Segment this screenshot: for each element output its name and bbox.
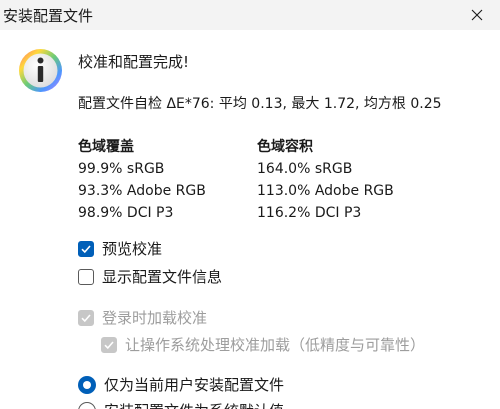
load-at-login-checkbox[interactable]: [78, 309, 94, 326]
checkmark-icon: [81, 313, 91, 322]
volume-dci-p3: 116.2% DCI P3: [257, 205, 362, 221]
checkmark-icon: [104, 340, 114, 349]
preview-calibration-checkbox[interactable]: [78, 240, 94, 257]
profile-self-check-summary: 配置文件自检 ΔE*76: 平均 0.13, 最大 1.72, 均方根 0.25: [78, 93, 442, 113]
show-profile-info-label: 显示配置文件信息: [102, 268, 223, 286]
completion-heading: 校准和配置完成!: [78, 53, 190, 71]
volume-srgb: 164.0% sRGB: [257, 161, 353, 177]
volume-adobe-rgb: 113.0% Adobe RGB: [257, 183, 394, 199]
show-profile-info-option[interactable]: 显示配置文件信息: [78, 266, 222, 287]
os-handles-loading-label: 让操作系统处理校准加载（低精度与可靠性）: [125, 336, 426, 354]
self-check-rms: 均方根 0.25: [363, 96, 442, 112]
install-system-default-option[interactable]: 安装配置文件为系统默认值: [78, 400, 284, 409]
gamut-coverage-column: 色域覆盖 99.9% sRGB 93.3% Adobe RGB 98.9% DC…: [78, 136, 206, 224]
install-profile-dialog: 安装配置文件 校准和配置完成! 配置文件自检 ΔE*76: 平均 0.13, 最…: [0, 0, 500, 409]
self-check-label: 配置文件自检 ΔE*76:: [78, 96, 215, 112]
checkmark-icon: [81, 244, 91, 253]
radio-dot: [83, 380, 91, 389]
preview-calibration-label: 预览校准: [102, 240, 163, 258]
coverage-dci-p3: 98.9% DCI P3: [78, 205, 174, 221]
coverage-adobe-rgb: 93.3% Adobe RGB: [78, 183, 206, 199]
os-handles-loading-checkbox[interactable]: [101, 336, 117, 353]
title-bar: 安装配置文件: [0, 0, 500, 30]
window-title: 安装配置文件: [3, 7, 94, 25]
self-check-average: 平均 0.13,: [218, 96, 287, 112]
preview-calibration-option[interactable]: 预览校准: [78, 238, 162, 259]
show-profile-info-checkbox[interactable]: [78, 268, 94, 285]
os-handles-loading-option[interactable]: 让操作系统处理校准加载（低精度与可靠性）: [101, 334, 425, 355]
gamut-coverage-title: 色域覆盖: [78, 139, 134, 155]
self-check-max: 最大 1.72,: [291, 96, 360, 112]
coverage-srgb: 99.9% sRGB: [78, 161, 165, 177]
info-icon: [18, 48, 63, 93]
load-at-login-label: 登录时加载校准: [102, 309, 208, 327]
gamut-volume-column: 色域容积 164.0% sRGB 113.0% Adobe RGB 116.2%…: [257, 136, 394, 224]
close-icon: [471, 6, 483, 25]
load-at-login-option[interactable]: 登录时加载校准: [78, 307, 207, 328]
install-system-default-radio[interactable]: [78, 401, 96, 409]
install-current-user-option[interactable]: 仅为当前用户安装配置文件: [78, 374, 284, 395]
close-button[interactable]: [454, 0, 500, 30]
install-current-user-label: 仅为当前用户安装配置文件: [104, 376, 285, 394]
install-system-default-label: 安装配置文件为系统默认值: [104, 400, 284, 409]
install-current-user-radio[interactable]: [78, 375, 96, 394]
gamut-volume-title: 色域容积: [257, 139, 313, 155]
